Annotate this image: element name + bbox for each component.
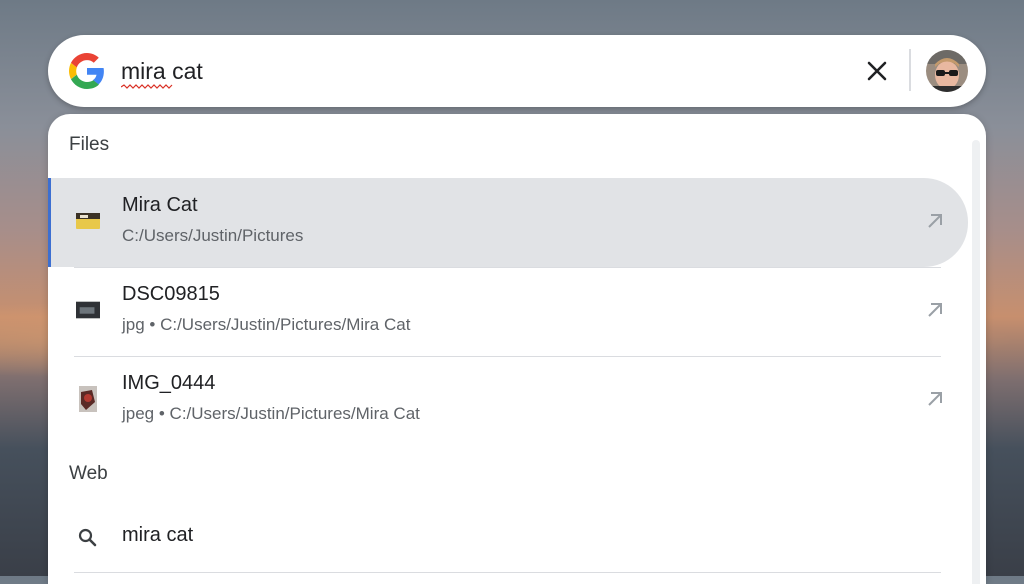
web-suggestion-text: mira cat bbox=[122, 524, 194, 546]
arrow-up-right-icon[interactable] bbox=[924, 210, 946, 232]
user-avatar[interactable] bbox=[926, 50, 968, 92]
results-panel: Files Mira Cat C:/Users/Justin/Pictures … bbox=[48, 114, 986, 584]
row-divider bbox=[74, 572, 941, 573]
arrow-up-right-icon[interactable] bbox=[924, 388, 946, 410]
search-query-text: mira cat bbox=[121, 58, 203, 84]
search-bar-divider bbox=[909, 49, 911, 91]
file-path: jpg • C:/Users/Justin/Pictures/Mira Cat bbox=[122, 315, 411, 334]
web-result-mira-cat[interactable]: mira cat bbox=[48, 511, 968, 565]
file-result-img-0444[interactable]: IMG_0444 jpeg • C:/Users/Justin/Pictures… bbox=[48, 356, 968, 445]
file-title: Mira Cat bbox=[122, 194, 198, 216]
selection-accent bbox=[48, 178, 51, 267]
close-icon bbox=[867, 61, 887, 81]
file-path: C:/Users/Justin/Pictures bbox=[122, 226, 304, 245]
file-title: IMG_0444 bbox=[122, 372, 216, 394]
results-scrollbar[interactable] bbox=[972, 140, 980, 584]
search-icon bbox=[78, 528, 97, 547]
clear-search-button[interactable] bbox=[860, 54, 894, 88]
google-g-icon bbox=[69, 53, 104, 89]
file-result-mira-cat[interactable]: Mira Cat C:/Users/Justin/Pictures bbox=[48, 178, 968, 267]
image-thumbnail-icon bbox=[79, 386, 97, 412]
file-result-dsc09815[interactable]: DSC09815 jpg • C:/Users/Justin/Pictures/… bbox=[48, 267, 968, 356]
web-section-title: Web bbox=[69, 463, 108, 484]
avatar-image bbox=[926, 50, 968, 92]
image-thumbnail-icon bbox=[76, 301, 100, 319]
search-input[interactable]: mira cat bbox=[121, 56, 203, 89]
file-title: DSC09815 bbox=[122, 283, 220, 305]
file-path: jpeg • C:/Users/Justin/Pictures/Mira Cat bbox=[122, 404, 420, 423]
spellcheck-underline bbox=[121, 84, 173, 89]
folder-icon bbox=[76, 213, 100, 229]
arrow-up-right-icon[interactable] bbox=[924, 299, 946, 321]
files-section-title: Files bbox=[69, 134, 110, 155]
